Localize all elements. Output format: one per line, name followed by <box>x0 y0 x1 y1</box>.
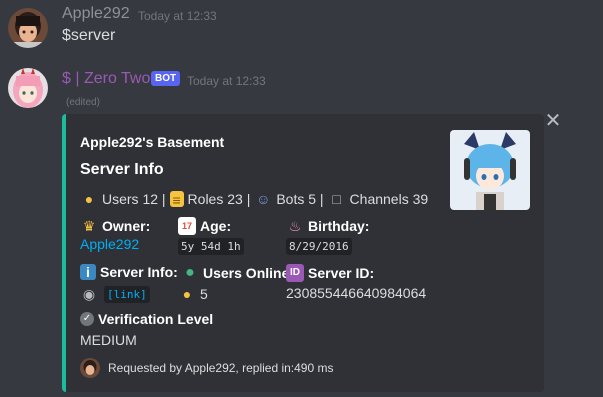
users-online-value: ● 5 <box>178 285 208 303</box>
scroll-icon: ≡ <box>169 191 184 208</box>
robot-icon: ☺ <box>256 191 271 207</box>
users-count: Users 12 | <box>102 191 166 207</box>
author-name[interactable]: Apple292 <box>62 5 130 23</box>
field-birthday-name: ♨ Birthday: <box>286 217 370 235</box>
person-icon: ● <box>84 191 94 207</box>
avatar-zero-two[interactable] <box>8 68 48 108</box>
footer-text: Requested by Apple292, replied in:490 ms <box>108 361 334 375</box>
calendar-icon: 17 <box>178 217 196 235</box>
embed-author: Apple292's Basement <box>80 134 225 150</box>
bots-count: Bots 5 | <box>276 191 324 207</box>
timestamp: Today at 12:33 <box>187 74 266 88</box>
id-icon: ID <box>286 264 304 282</box>
owner-link[interactable]: Apple292 <box>80 236 139 252</box>
info-icon: i <box>80 264 96 280</box>
server-thumbnail[interactable] <box>450 130 530 210</box>
green-dot-icon: ● <box>185 264 195 281</box>
message-content: $server <box>62 27 116 44</box>
globe-icon: ◉ <box>82 286 96 302</box>
channels-count: Channels 39 <box>349 191 429 207</box>
roles-count: Roles 23 | <box>187 191 251 207</box>
embed-title: Server Info <box>80 161 164 178</box>
age-value: 5y 54d 1h <box>178 237 244 255</box>
field-verification-name: ✓ Verification Level <box>80 311 213 327</box>
crown-icon: ♛ <box>82 218 96 234</box>
edited-label: (edited) <box>66 97 100 108</box>
server-info-value: ◉ [link] <box>80 285 150 303</box>
message-user: Apple292 Today at 12:33 $server <box>0 0 603 56</box>
close-icon[interactable]: ✕ <box>544 111 562 131</box>
field-owner-name: ♛ Owner: <box>80 217 151 235</box>
field-server-info-name: i Server Info: <box>80 264 178 280</box>
speech-bubble-icon: □ <box>332 191 341 207</box>
person-icon: ● <box>182 286 192 302</box>
bot-tag: BOT <box>151 71 181 86</box>
verification-value: MEDIUM <box>80 332 137 348</box>
check-badge-icon: ✓ <box>80 312 94 326</box>
field-age-name: 17 Age: <box>178 217 231 235</box>
field-users-online-name: ● Users Online: <box>181 264 294 282</box>
server-id-value: 230855446640984064 <box>286 285 427 301</box>
avatar-apple292[interactable] <box>8 8 48 48</box>
birthday-value: 8/29/2016 <box>286 237 352 255</box>
footer-avatar <box>80 358 100 378</box>
embed-footer: Requested by Apple292, replied in:490 ms <box>80 358 334 378</box>
bot-author-name[interactable]: $ | Zero Two <box>62 70 150 88</box>
stats-row: ● Users 12 | ≡ Roles 23 | ☺ Bots 5 | □ C… <box>80 190 428 208</box>
timestamp: Today at 12:33 <box>138 9 217 23</box>
field-server-id-name: ID Server ID: <box>286 264 374 282</box>
embed: Apple292's Basement Server Info ● Users … <box>62 114 544 392</box>
server-info-link[interactable]: [link] <box>104 285 150 303</box>
cake-icon: ♨ <box>288 218 302 234</box>
